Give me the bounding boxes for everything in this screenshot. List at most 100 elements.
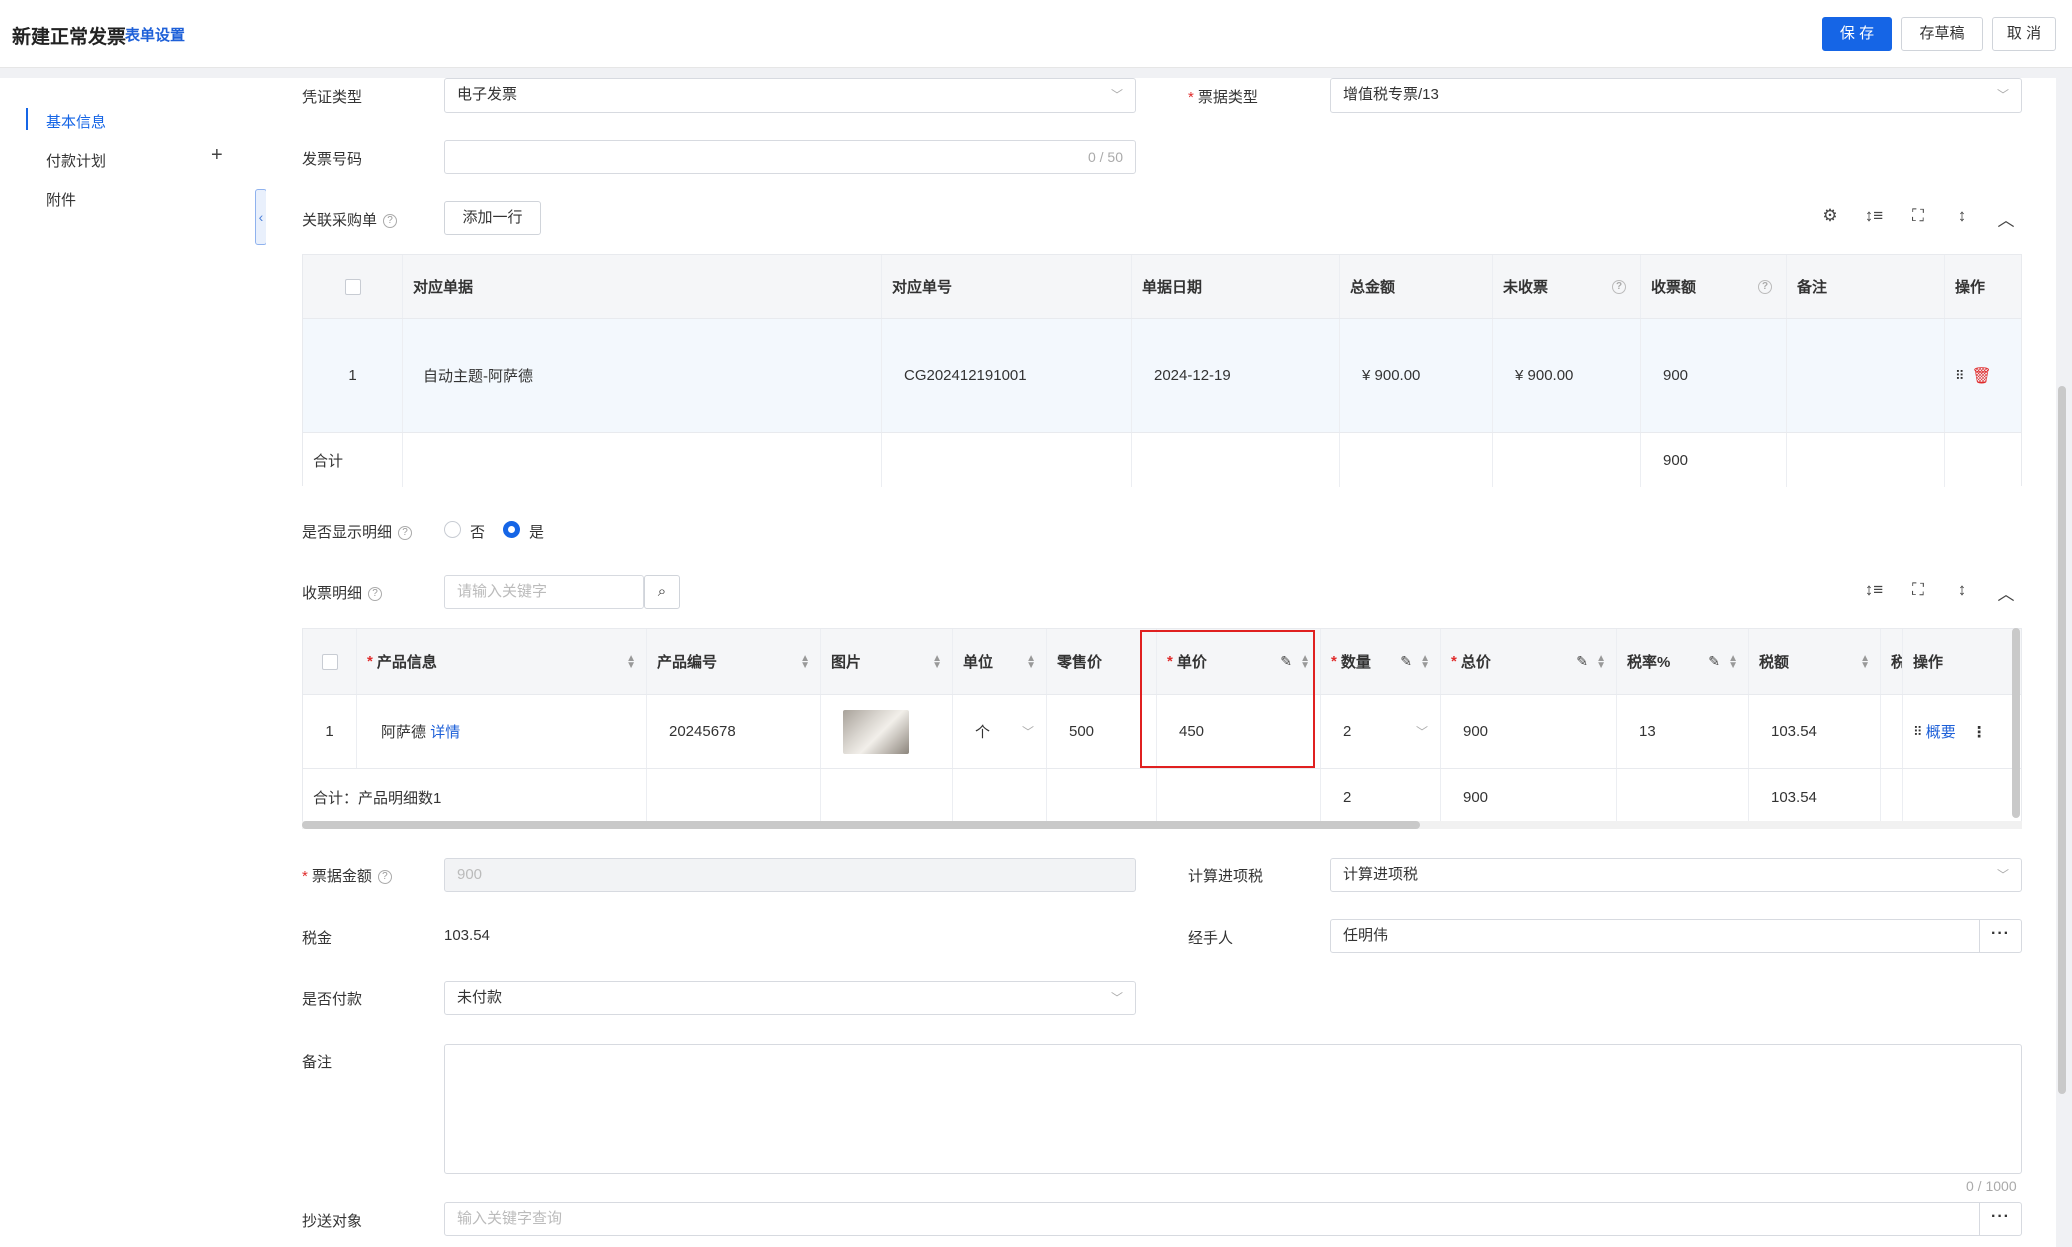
fullscreen-icon[interactable]: ⛶ [1907, 206, 1929, 226]
cc-label: 抄送对象 [302, 1213, 363, 1230]
col-unit: 单位 ▲ ▼ [953, 629, 1047, 694]
drag-handle-icon[interactable]: ⠿ [1955, 368, 1964, 384]
save-button[interactable]: 保 存 [1822, 17, 1892, 51]
ticket-type-value: 增值税专票/13 [1343, 86, 1439, 103]
detail-link[interactable]: 详情 [430, 721, 460, 742]
invoice-no-input[interactable]: 0 / 50 [444, 140, 1136, 174]
cc-input[interactable]: 输入关键字查询 ··· [444, 1202, 2022, 1236]
nav-item-attachments[interactable]: 附件 [46, 189, 76, 210]
col-tax-rate: 税率% ✎ ▲ ▼ [1617, 629, 1749, 694]
add-row-button[interactable]: 添加一行 [444, 201, 541, 235]
bill-amount-input: 900 [444, 858, 1136, 892]
col-tax-2: 税 [1881, 629, 1903, 694]
collapse-up-icon[interactable]: ︿ [1995, 580, 2017, 605]
col-no: 对应单号 [882, 255, 1132, 318]
more-vertical-icon[interactable]: ⋮ [1972, 723, 1987, 741]
page-title: 新建正常发票 [12, 27, 127, 48]
invoice-no-counter: 0 / 50 [1087, 149, 1123, 165]
chevron-down-icon: ﹀ [1996, 88, 2009, 102]
handler-label: 经手人 [1188, 930, 1234, 947]
expand-icon[interactable]: ↕ [1951, 206, 1973, 226]
handler-input[interactable]: 任明伟 ··· [1330, 919, 2022, 953]
collapse-up-icon[interactable]: ︿ [1995, 206, 2017, 231]
voucher-type-select[interactable]: 电子发票 ﹀ [444, 78, 1136, 113]
settings-icon[interactable]: ⚙ [1819, 206, 1841, 226]
page-v-scrollbar[interactable] [2058, 386, 2066, 1094]
sort-icon: ▲ ▼ [1860, 652, 1870, 671]
fullscreen-icon[interactable]: ⛶ [1907, 580, 1929, 600]
table-v-scrollbar[interactable] [2012, 628, 2020, 818]
sort-icon: ▲ ▼ [1026, 652, 1036, 671]
paid-select[interactable]: 未付款 ﹀ [444, 981, 1136, 1015]
more-icon[interactable]: ··· [1979, 1203, 2021, 1235]
show-detail-label: 是否显示明细? [302, 521, 413, 542]
nav-item-basic-info[interactable]: 基本信息 [46, 111, 106, 132]
detail-summary-row: 合计：产品明细数1 2 900 103.54 [303, 769, 2021, 825]
active-indicator [26, 108, 28, 130]
select-all-checkbox[interactable] [321, 653, 338, 670]
select-all-checkbox[interactable] [344, 278, 361, 295]
remark-textarea[interactable] [444, 1044, 2022, 1174]
edit-icon: ✎ [1708, 653, 1720, 669]
col-doc: 对应单据 [403, 255, 882, 318]
calc-tax-select[interactable]: 计算进项税 ﹀ [1330, 858, 2022, 892]
col-action: 操作 [1955, 279, 1986, 296]
highlight-box [1140, 630, 1315, 768]
expand-icon[interactable]: ↕ [1951, 580, 1973, 600]
search-icon[interactable]: ⌕ [644, 575, 680, 609]
radio-yes[interactable] [503, 521, 520, 538]
drag-handle-icon[interactable]: ⠿ [1913, 724, 1922, 740]
col-code: 产品编号 ▲ ▼ [647, 629, 821, 694]
col-image: 图片 ▲ ▼ [821, 629, 953, 694]
tax-value: 103.54 [444, 927, 490, 944]
col-product: * 产品信息 ▲ ▼ [357, 629, 647, 694]
sort-icon: ▲ ▼ [932, 652, 942, 671]
chevron-down-icon: ﹀ [1110, 88, 1123, 102]
ticket-type-select[interactable]: 增值税专票/13 ﹀ [1330, 78, 2022, 113]
voucher-type-value: 电子发票 [457, 86, 518, 103]
h-scrollbar[interactable] [302, 821, 1420, 829]
edit-icon: ✎ [1576, 653, 1588, 669]
side-nav: 基本信息 付款计划 + 附件 [0, 78, 266, 1247]
radio-no[interactable] [444, 521, 461, 538]
help-icon: ? [1612, 279, 1626, 294]
bill-amount-label: * 票据金额? [302, 865, 392, 886]
sort-icon: ▲ ▼ [1728, 652, 1738, 671]
col-action: 操作 [1913, 654, 1944, 671]
help-icon: ? [368, 587, 383, 602]
more-icon[interactable]: ··· [1979, 920, 2021, 952]
invoice-no-label: 发票号码 [302, 151, 363, 168]
po-summary-row: 合计 900 [303, 433, 2021, 487]
help-icon: ? [377, 870, 392, 885]
cancel-button[interactable]: 取 消 [1992, 17, 2056, 51]
radio-yes-label: 是 [529, 524, 545, 541]
ticket-type-label: * 票据类型 [1188, 89, 1258, 106]
radio-no-label: 否 [470, 524, 486, 541]
row-height-icon[interactable]: ↕≡ [1863, 580, 1885, 600]
col-unreceived: 未收票? [1493, 255, 1641, 318]
nav-item-payment-plan[interactable]: 付款计划 [46, 150, 106, 171]
col-received: 收票额? [1641, 255, 1787, 318]
table-row[interactable]: 1 自动主题-阿萨德 CG202412191001 2024-12-19 ¥ 9… [303, 319, 2021, 433]
help-icon: ? [398, 526, 413, 541]
edit-icon: ✎ [1400, 653, 1412, 669]
related-po-label: 关联采购单? [302, 209, 398, 230]
col-remark: 备注 [1787, 255, 1945, 318]
form-settings-link[interactable]: 表单设置 [125, 24, 185, 45]
product-thumbnail[interactable] [843, 709, 909, 754]
top-header: 新建正常发票 表单设置 保 存 存草稿 取 消 [0, 0, 2072, 68]
sort-icon: ▲ ▼ [800, 652, 810, 671]
po-table-header: 对应单据 对应单号 单据日期 总金额 未收票? 收票额? 备注 操作 [303, 255, 2021, 319]
chevron-down-icon: ﹀ [1110, 991, 1123, 1005]
col-total-price: * 总价 ✎ ▲ ▼ [1441, 629, 1617, 694]
po-number-link[interactable]: CG202412191001 [882, 319, 1132, 432]
overview-link[interactable]: 概要 [1926, 721, 1956, 742]
delete-icon[interactable]: 🗑 [1972, 366, 1992, 386]
add-payment-plan-icon[interactable]: + [211, 144, 223, 167]
paid-label: 是否付款 [302, 991, 363, 1008]
chevron-down-icon: ﹀ [1415, 725, 1428, 739]
row-height-icon[interactable]: ↕≡ [1863, 206, 1885, 226]
save-draft-button[interactable]: 存草稿 [1901, 17, 1983, 51]
detail-search-input[interactable]: 请输入关键字 [444, 575, 644, 609]
chevron-down-icon: ﹀ [1021, 725, 1034, 739]
